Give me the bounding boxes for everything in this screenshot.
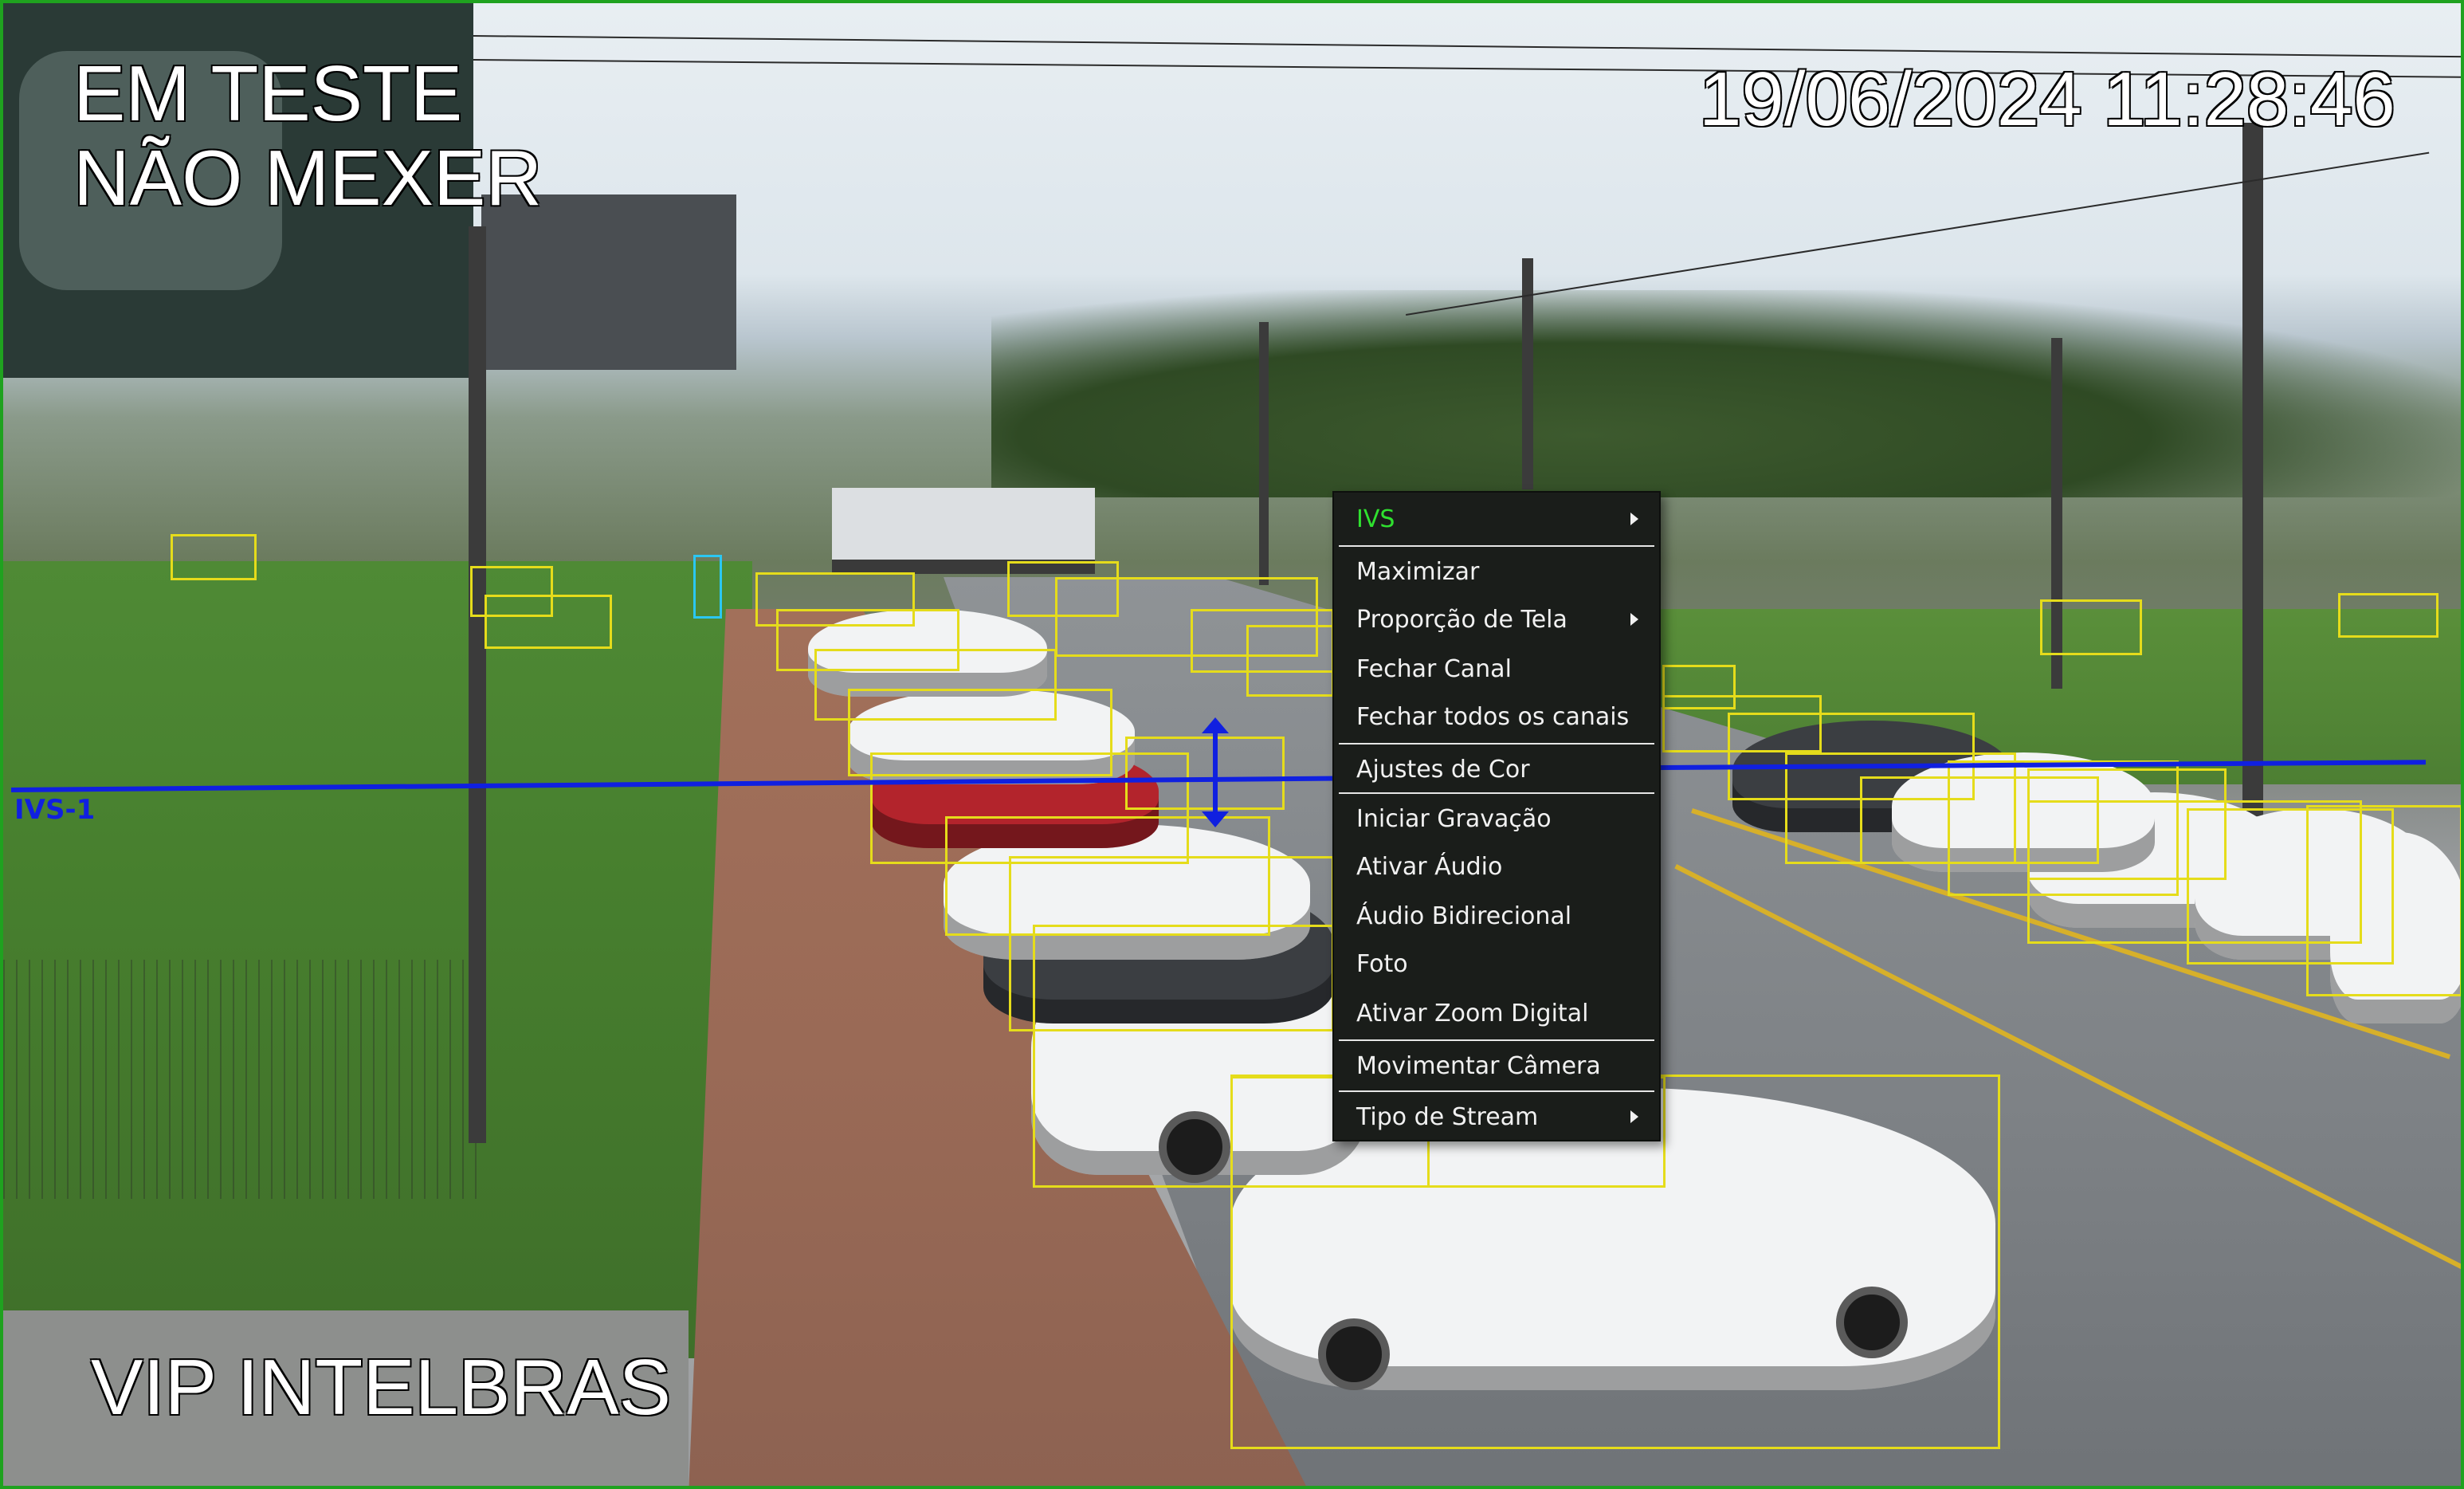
menu-item-label: Fechar Canal xyxy=(1356,654,1512,683)
menu-item-maximize[interactable]: Maximizar xyxy=(1334,548,1659,595)
detection-box xyxy=(2306,805,2461,996)
menu-item-label: Movimentar Câmera xyxy=(1356,1051,1601,1080)
utility-pole xyxy=(2242,123,2263,816)
menu-item-close-all-channels[interactable]: Fechar todos os canais xyxy=(1334,693,1659,740)
scene-fence xyxy=(3,960,481,1199)
menu-item-label: Iniciar Gravação xyxy=(1356,804,1552,833)
menu-item-ivs[interactable]: IVS xyxy=(1334,496,1659,542)
menu-item-label: Maximizar xyxy=(1356,557,1480,586)
detection-box xyxy=(485,595,612,649)
menu-separator xyxy=(1339,1039,1654,1041)
detection-box xyxy=(1125,737,1285,810)
menu-item-digital-zoom[interactable]: Ativar Zoom Digital xyxy=(1334,990,1659,1036)
menu-item-start-recording[interactable]: Iniciar Gravação xyxy=(1334,796,1659,842)
menu-separator xyxy=(1339,1090,1654,1092)
menu-item-close-channel[interactable]: Fechar Canal xyxy=(1334,646,1659,692)
detection-box xyxy=(1246,625,1334,697)
utility-pole xyxy=(1522,258,1533,489)
utility-pole xyxy=(469,226,486,1143)
menu-item-label: Tipo de Stream xyxy=(1356,1102,1539,1131)
detection-box xyxy=(2040,599,2142,655)
menu-item-label: Áudio Bidirecional xyxy=(1356,902,1572,930)
submenu-arrow-icon xyxy=(1630,513,1638,525)
menu-item-label: Ajustes de Cor xyxy=(1356,755,1530,784)
osd-channel-name: VIP INTELBRAS xyxy=(91,1343,672,1431)
menu-item-snapshot[interactable]: Foto xyxy=(1334,941,1659,987)
menu-separator xyxy=(1339,743,1654,744)
menu-separator xyxy=(1339,545,1654,547)
osd-title: EM TESTE NÃO MEXER xyxy=(73,49,543,222)
context-menu: IVS Maximizar Proporção de Tela Fechar C… xyxy=(1332,491,1661,1141)
menu-item-label: IVS xyxy=(1356,505,1395,533)
menu-item-label: Foto xyxy=(1356,949,1408,978)
ivs-rule-label: IVS-1 xyxy=(14,794,96,826)
menu-item-color-settings[interactable]: Ajustes de Cor xyxy=(1334,746,1659,792)
ivs-direction-arrow xyxy=(1202,717,1229,827)
menu-item-label: Fechar todos os canais xyxy=(1356,702,1630,731)
detection-box xyxy=(171,534,257,580)
menu-item-label: Ativar Áudio xyxy=(1356,852,1503,881)
submenu-arrow-icon xyxy=(1630,1110,1638,1123)
menu-item-enable-audio[interactable]: Ativar Áudio xyxy=(1334,843,1659,890)
menu-item-label: Proporção de Tela xyxy=(1356,605,1567,634)
osd-timestamp: 19/06/2024 11:28:46 xyxy=(1699,57,2395,142)
person-detection-box xyxy=(693,555,722,619)
menu-separator xyxy=(1339,792,1654,794)
menu-item-move-camera[interactable]: Movimentar Câmera xyxy=(1334,1043,1659,1089)
power-line xyxy=(473,35,2461,58)
utility-pole xyxy=(1259,322,1269,585)
menu-item-two-way-audio[interactable]: Áudio Bidirecional xyxy=(1334,893,1659,939)
menu-item-aspect-ratio[interactable]: Proporção de Tela xyxy=(1334,596,1659,642)
detection-box xyxy=(755,572,915,627)
menu-item-label: Ativar Zoom Digital xyxy=(1356,999,1589,1027)
menu-item-stream-type[interactable]: Tipo de Stream xyxy=(1334,1094,1659,1140)
detection-box xyxy=(2338,593,2438,638)
camera-viewport[interactable]: IVS-1 EM TESTE NÃO MEXER 19/06/2024 11:2… xyxy=(0,0,2464,1489)
submenu-arrow-icon xyxy=(1630,613,1638,626)
